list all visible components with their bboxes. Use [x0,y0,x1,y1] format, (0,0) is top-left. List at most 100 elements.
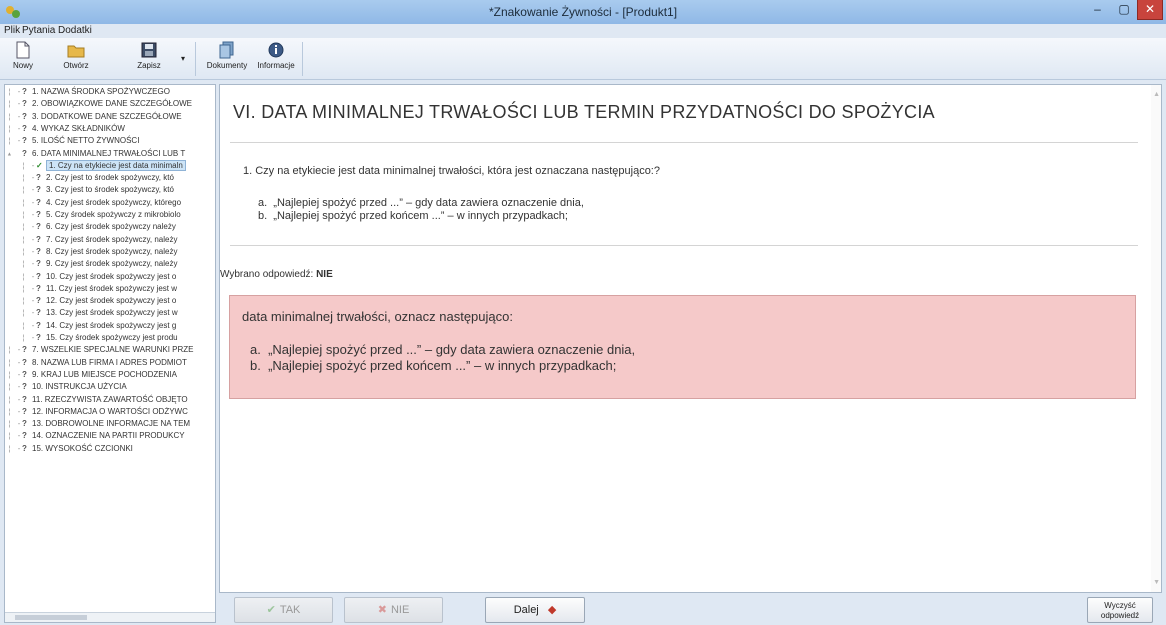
tree-connector: ¦ - [21,185,36,195]
question-tree[interactable]: ¦ -? 1. NAZWA ŚRODKA SPOŻYWCZEGO ¦ -? 2. OB… [4,84,216,623]
unanswered-question-icon: ? [22,406,27,416]
tree-item-label: 3. Czy jest to środek spożywczy, któ [46,185,174,195]
tree-subitem[interactable]: ¦ -? 5. Czy środek spożywczy z mikrobiolo [5,210,215,222]
answer-value: NIE [316,269,333,280]
clear-answer-button[interactable]: Wyczyść odpowiedź [1087,597,1153,623]
window-title: *Znakowanie Żywności - [Produkt1] [488,5,678,19]
tree-item[interactable]: ¦ -? 13. DOBROWOLNE INFORMACJE NA TEM [5,419,215,431]
tree-item[interactable]: ¦ -? 3. DODATKOWE DANE SZCZEGÓŁOWE [5,112,215,124]
tree-item-label: 4. WYKAZ SKŁADNIKÓW [32,123,125,133]
tree-item-label: 11. Czy jest środek spożywczy jest w [46,283,178,293]
tree-subitem[interactable]: ¦ -? 14. Czy jest środek spożywczy jest g [5,321,215,333]
tree-connector: ¦ - [7,345,22,355]
menu-plik[interactable]: Plik [4,25,20,36]
scroll-up-icon[interactable]: ▲ [1153,91,1160,98]
scrollbar-thumb[interactable] [15,615,87,620]
tree-item[interactable]: ¦ -? 11. RZECZYWISTA ZAWARTOŚĆ OBJĘTO [5,394,215,407]
tree-subitem[interactable]: ¦ -? 15. Czy środek spożywczy jest produ [5,333,215,345]
tree-subitem[interactable]: ¦ - ✓ 1. Czy na etykiecie jest data minima… [5,159,215,173]
unanswered-question-icon: ? [22,382,27,392]
recommendation-box: data minimalnej trwałości, oznacz następ… [229,295,1136,399]
tree-connector: ¦ - [21,333,36,342]
tree-subitem[interactable]: ¦ -? 4. Czy jest środek spożywczy, któreg… [5,197,215,210]
menu-dodatki[interactable]: Dodatki [58,25,92,36]
checkmark-icon: ✔ [266,604,276,616]
unanswered-question-icon: ? [36,296,41,306]
content-vertical-scrollbar[interactable]: ▲ ▼ [1151,85,1161,592]
tree-item[interactable]: ¦ -? 10. INSTRUKCJA UŻYCIA [5,382,215,394]
cross-icon: ✖ [377,604,387,616]
tree-item-label: 15. WYSOKOŚĆ CZCIONKI [32,443,133,453]
tree-item[interactable]: ¦ -? 2. OBOWIĄZKOWE DANE SZCZEGÓŁOWE [5,99,215,111]
no-button[interactable]: ✖ NIE [344,597,443,623]
scroll-down-icon[interactable]: ▼ [1153,579,1160,586]
tree-subitem[interactable]: ¦ -? 7. Czy jest środek spożywczy, należy [5,235,215,247]
documents-icon [219,41,234,59]
minimize-button[interactable]: – [1084,0,1111,20]
tree-item-label: 4. Czy jest środek spożywczy, którego [46,197,182,207]
tree-subitem[interactable]: ¦ -? 11. Czy jest środek spożywczy jest w [5,283,215,296]
save-button[interactable]: Zapisz [132,41,166,77]
toolbar: Nowy Otwórz Zapisz ▾ Dokumenty Informacj… [0,38,1166,80]
tree-connector: ¦ - [21,296,36,306]
tree-subitem[interactable]: ¦ -? 10. Czy jest środek spożywczy jest o [5,272,215,284]
tree-item[interactable]: ¦ -? 9. KRAJ LUB MIEJSCE POCHODZENIA [5,369,215,382]
divider [230,245,1138,246]
tree-subitem[interactable]: ¦ -? 9. Czy jest środek spożywczy, należy [5,259,215,271]
tree-item[interactable]: ¦ -? 5. ILOŚĆ NETTO ŻYWNOŚCI [5,136,215,148]
tree-subitem[interactable]: ¦ -? 12. Czy jest środek spożywczy jest o [5,296,215,308]
sidebar-horizontal-scrollbar[interactable] [5,612,215,622]
close-button[interactable]: ✕ [1137,0,1163,20]
unanswered-question-icon: ? [22,357,27,367]
menu-pytania[interactable]: Pytania [22,25,55,36]
unanswered-question-icon: ? [36,173,41,183]
tree-item[interactable]: ¦ -? 12. INFORMACJA O WARTOŚCI ODŻYWC [5,406,215,419]
tree-subitem[interactable]: ¦ -? 13. Czy jest środek spożywczy jest w [5,308,215,320]
recommendation-option-a: a. „Najlepiej spożyć przed ...” – gdy da… [250,342,636,357]
tree-item-label: 11. RZECZYWISTA ZAWARTOŚĆ OBJĘTO [32,394,188,404]
tree-subitem[interactable]: ¦ -? 3. Czy jest to środek spożywczy, któ [5,185,215,197]
tree-connector: ¦ - [7,87,22,96]
tree-item[interactable]: ¦ -? 4. WYKAZ SKŁADNIKÓW [5,123,215,136]
tree-connector: ¦ - [7,357,22,367]
tree-item[interactable]: ¦ -? 7. WSZELKIE SPECJALNE WARUNKI PRZE [5,345,215,357]
unanswered-question-icon: ? [22,431,27,441]
unanswered-question-icon: ? [36,210,41,219]
tree-item-label: 2. OBOWIĄZKOWE DANE SZCZEGÓŁOWE [32,99,193,109]
documents-button[interactable]: Dokumenty [203,41,251,77]
question-panel: VI. DATA MINIMALNEJ TRWAŁOŚCI LUB TERMIN… [219,84,1162,593]
info-button[interactable]: Informacje [255,41,297,77]
tree-item-label: 6. DATA MINIMALNEJ TRWAŁOŚCI LUB T [32,148,186,158]
tree-connector: ¦ - [7,136,22,146]
new-button[interactable]: Nowy [6,41,40,77]
unanswered-question-icon: ? [22,394,27,404]
tree-item-label: 6. Czy jest środek spożywczy należy [46,222,176,232]
arrow-right-icon: ◆ [547,604,557,616]
tree-subitem[interactable]: ¦ -? 2. Czy jest to środek spożywczy, któ [5,173,215,185]
tree-item-label: 8. Czy jest środek spożywczy, należy [46,246,178,256]
tree-item-label: 1. NAZWA ŚRODKA SPOŻYWCZEGO [32,87,170,96]
unanswered-question-icon: ? [36,246,41,256]
collapse-icon[interactable]: ▴ [7,149,12,158]
tree-connector: ¦ - [7,443,22,453]
tree-subitem[interactable]: ¦ -? 6. Czy jest środek spożywczy należy [5,222,215,234]
maximize-button[interactable]: ▢ [1111,0,1137,20]
tree-subitem[interactable]: ¦ -? 8. Czy jest środek spożywczy, należy [5,246,215,259]
tree-item[interactable]: ¦ -? 1. NAZWA ŚRODKA SPOŻYWCZEGO [5,87,215,99]
tree-item-label: 9. KRAJ LUB MIEJSCE POCHODZENIA [32,369,177,379]
floppy-disk-icon [141,42,157,58]
tree-item[interactable]: ¦ -? 8. NAZWA LUB FIRMA I ADRES PODMIOT [5,357,215,370]
tree-item-label: 15. Czy środek spożywczy jest produ [46,333,178,342]
tree-item[interactable]: ¦ -? 14. OZNACZENIE NA PARTII PRODUKCY [5,431,215,443]
open-label: Otwórz [63,61,89,70]
yes-label: TAK [279,604,301,616]
unanswered-question-icon: ? [22,369,27,379]
tree-item[interactable]: ¦ -? 15. WYSOKOŚĆ CZCIONKI [5,443,215,456]
unanswered-question-icon: ? [22,148,27,158]
unanswered-question-icon: ? [22,345,27,355]
yes-button[interactable]: ✔ TAK [234,597,333,623]
tree-item[interactable]: ▴? 6. DATA MINIMALNEJ TRWAŁOŚCI LUB T [5,148,215,161]
save-dropdown-arrow[interactable]: ▾ [181,54,185,63]
next-button[interactable]: Dalej ◆ [485,597,585,623]
open-button[interactable]: Otwórz [58,41,94,77]
